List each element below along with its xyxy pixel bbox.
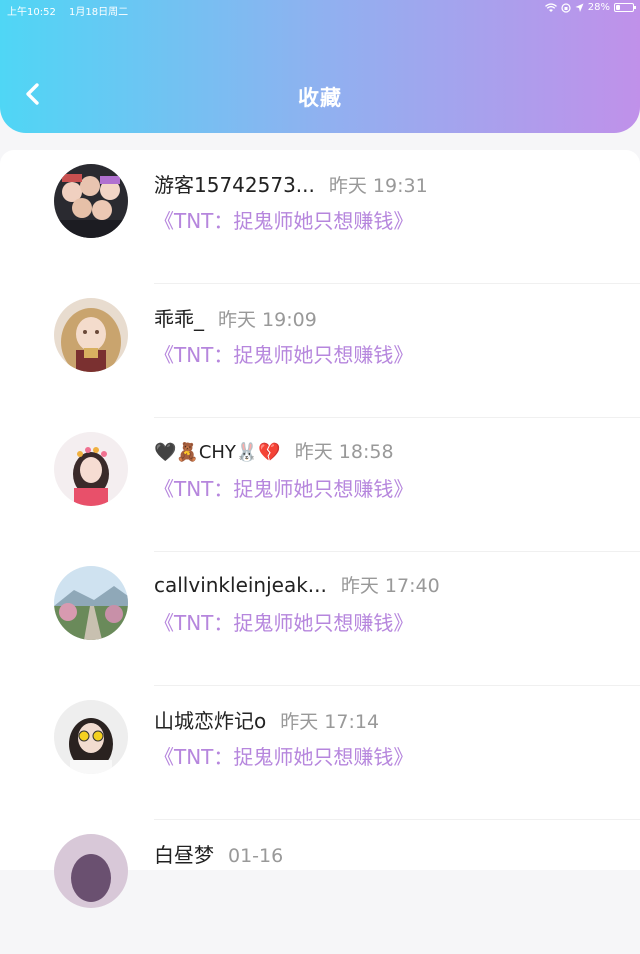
timestamp: 昨天 19:09 (218, 309, 317, 331)
username-text: 🖤🧸CHY🐰💔 (154, 442, 281, 463)
orientation-lock-icon (561, 2, 571, 13)
book-title-link[interactable]: 《TNT：捉鬼师她只想赚钱》 (154, 205, 413, 234)
favorites-list: 游客15742573... 昨天 19:31 《TNT：捉鬼师她只想赚钱》 乖乖_… (0, 150, 640, 908)
header-bar: 上午10:52 1月18日周二 28% 收藏 (0, 0, 640, 133)
avatar[interactable] (54, 566, 128, 640)
list-item[interactable]: 🖤🧸CHY🐰💔 昨天 18:58 《TNT：捉鬼师她只想赚钱》 (0, 418, 640, 552)
username: 游客15742573... 昨天 19:31 (154, 169, 428, 198)
timestamp: 昨天 17:40 (340, 575, 440, 597)
username: callvinkleinjeak... 昨天 17:40 (154, 571, 440, 598)
avatar[interactable] (54, 432, 128, 506)
list-item[interactable]: 乖乖_ 昨天 19:09 《TNT：捉鬼师她只想赚钱》 (0, 284, 640, 418)
book-title-link[interactable]: 《TNT：捉鬼师她只想赚钱》 (154, 607, 413, 636)
username: 乖乖_ 昨天 19:09 (154, 303, 317, 332)
timestamp: 01-16 (228, 845, 284, 867)
status-bar: 上午10:52 1月18日周二 28% (0, 0, 640, 18)
username-text: 山城恋炸记o (154, 709, 267, 733)
timestamp: 昨天 19:31 (328, 175, 428, 197)
book-title-link[interactable]: 《TNT：捉鬼师她只想赚钱》 (154, 339, 413, 368)
timestamp: 昨天 17:14 (280, 711, 380, 733)
list-item[interactable]: 游客15742573... 昨天 19:31 《TNT：捉鬼师她只想赚钱》 (0, 150, 640, 284)
list-item[interactable]: 山城恋炸记o 昨天 17:14 《TNT：捉鬼师她只想赚钱》 (0, 686, 640, 820)
location-icon (575, 3, 584, 12)
book-title-link[interactable]: 《TNT：捉鬼师她只想赚钱》 (154, 473, 413, 502)
wifi-icon (544, 2, 557, 12)
avatar[interactable] (54, 700, 128, 774)
username-text: callvinkleinjeak... (154, 573, 327, 597)
username-text: 游客15742573... (154, 173, 315, 197)
list-item[interactable]: 白昼梦 01-16 (0, 820, 640, 954)
status-time: 上午10:52 (7, 7, 56, 18)
username: 🖤🧸CHY🐰💔 昨天 18:58 (154, 437, 394, 464)
avatar[interactable] (54, 298, 128, 372)
timestamp: 昨天 18:58 (294, 441, 394, 463)
avatar[interactable] (54, 164, 128, 238)
page-title: 收藏 (298, 86, 342, 110)
battery-icon (614, 3, 636, 12)
username-text: 白昼梦 (154, 843, 214, 867)
username-text: 乖乖_ (154, 307, 204, 331)
book-title-link[interactable]: 《TNT：捉鬼师她只想赚钱》 (154, 741, 413, 770)
username: 白昼梦 01-16 (154, 839, 283, 868)
username: 山城恋炸记o 昨天 17:14 (154, 705, 379, 734)
list-item[interactable]: callvinkleinjeak... 昨天 17:40 《TNT：捉鬼师她只想赚… (0, 552, 640, 686)
battery-percent: 28% (587, 2, 610, 13)
status-date: 1月18日周二 (69, 7, 129, 18)
avatar[interactable] (54, 834, 128, 908)
